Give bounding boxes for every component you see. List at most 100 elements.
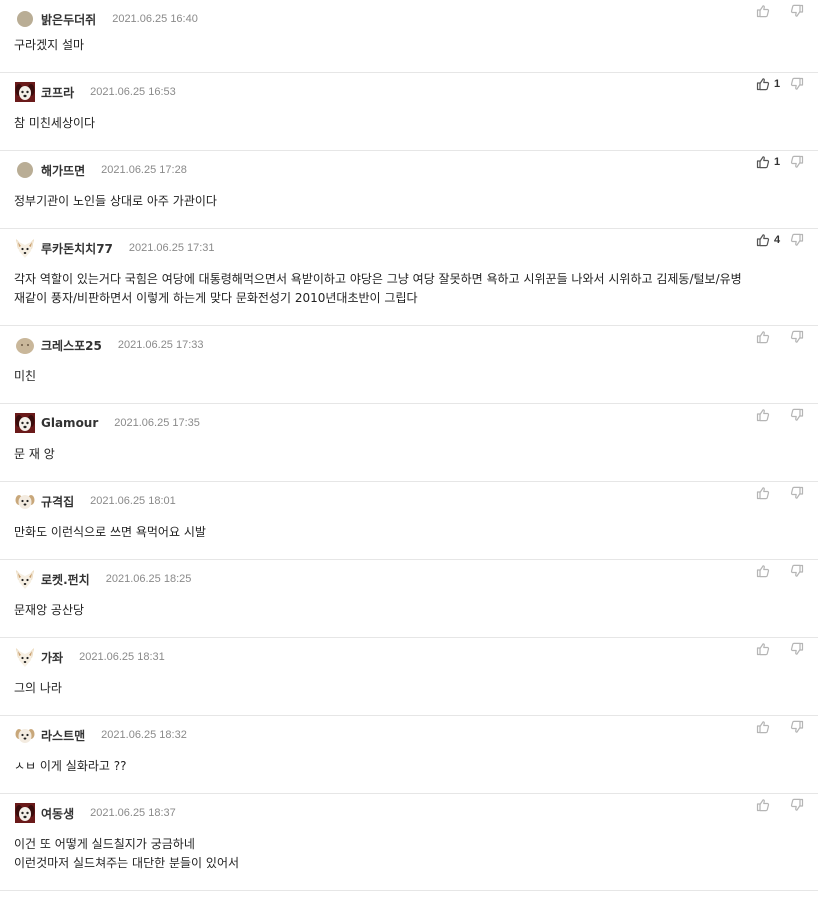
avatar[interactable]: [14, 646, 36, 668]
thumbs-up-icon[interactable]: [756, 642, 770, 656]
thumbs-up-icon[interactable]: [756, 4, 770, 18]
comment-text-line: ㅅㅂ 이게 실화라고 ??: [14, 759, 127, 773]
comment-header: Glamour 2021.06.25 17:35: [14, 412, 200, 434]
comment-item: 가좌 2021.06.25 18:31 그의 나라: [0, 638, 818, 716]
comment-body: 이건 또 어떻게 실드칠지가 궁금하네이런것마저 실드쳐주는 대단한 분들이 있…: [14, 835, 239, 873]
comment-item: Glamour 2021.06.25 17:35 문 재 앙: [0, 404, 818, 482]
thumbs-down-icon[interactable]: [790, 4, 804, 18]
comment-date: 2021.06.25 16:40: [112, 13, 198, 25]
thumbs-up-icon[interactable]: [756, 486, 770, 500]
comment-nickname[interactable]: 크레스포25: [41, 337, 102, 354]
comment-header: 규격집 2021.06.25 18:01: [14, 490, 176, 512]
upvote-count: 4: [774, 234, 781, 246]
comment-nickname[interactable]: 해가뜨면: [41, 162, 85, 179]
thumbs-up-icon[interactable]: [756, 77, 770, 91]
vote-controls: [756, 720, 804, 734]
comment-body: 문 재 앙: [14, 445, 55, 464]
comment-body: 각자 역할이 있는거다 국힘은 여당에 대통령해먹으면서 욕받이하고 야당은 그…: [14, 270, 742, 308]
comment-nickname[interactable]: 로켓.펀치: [41, 571, 90, 588]
avatar[interactable]: [14, 724, 36, 746]
avatar[interactable]: [14, 81, 36, 103]
avatar[interactable]: [14, 8, 36, 30]
thumbs-up-icon[interactable]: [756, 798, 770, 812]
comment-item: 로켓.펀치 2021.06.25 18:25 문재앙 공산당: [0, 560, 818, 638]
thumbs-up-icon[interactable]: [756, 330, 770, 344]
comment-text-line: 문재앙 공산당: [14, 603, 85, 617]
avatar[interactable]: [14, 159, 36, 181]
comment-text-line: 구라겠지 설마: [14, 38, 85, 52]
thumbs-up-icon[interactable]: [756, 155, 770, 169]
comment-text-line: 재같이 풍자/비판하면서 이렇게 하는게 맞다 문화전성기 2010년대초반이 …: [14, 291, 418, 305]
thumbs-down-icon[interactable]: [790, 233, 804, 247]
comment-item: 코프라 2021.06.25 16:53 참 미친세상이다 1: [0, 73, 818, 151]
thumbs-down-icon[interactable]: [790, 155, 804, 169]
comment-date: 2021.06.25 17:31: [128, 242, 215, 254]
comment-header: 해가뜨면 2021.06.25 17:28: [14, 159, 187, 181]
vote-controls: 1: [756, 155, 804, 169]
thumbs-down-icon[interactable]: [790, 408, 804, 422]
comment-item: 크레스포25 2021.06.25 17:33 미친: [0, 326, 818, 404]
comment-item: 밝은두더쥐 2021.06.25 16:40 구라겠지 설마: [0, 0, 818, 73]
comment-nickname[interactable]: 코프라: [41, 84, 74, 101]
thumbs-up-icon[interactable]: [756, 564, 770, 578]
comment-date: 2021.06.25 18:01: [90, 495, 176, 507]
comment-nickname[interactable]: 밝은두더쥐: [41, 11, 96, 28]
comment-date: 2021.06.25 18:31: [79, 651, 165, 663]
avatar[interactable]: [14, 490, 36, 512]
comment-text-line: 만화도 이런식으로 쓰면 욕먹어요 시발: [14, 525, 206, 539]
thumbs-down-icon[interactable]: [790, 720, 804, 734]
comment-header: 여동생 2021.06.25 18:37: [14, 802, 176, 824]
vote-controls: [756, 798, 804, 812]
thumbs-down-icon[interactable]: [790, 486, 804, 500]
thumbs-down-icon[interactable]: [790, 330, 804, 344]
comment-item: 라스트맨 2021.06.25 18:32 ㅅㅂ 이게 실화라고 ??: [0, 716, 818, 794]
comment-header: 로켓.펀치 2021.06.25 18:25: [14, 568, 191, 590]
comment-text-line: 이런것마저 실드쳐주는 대단한 분들이 있어서: [14, 856, 240, 870]
comment-date: 2021.06.25 17:28: [101, 164, 187, 176]
vote-controls: [756, 486, 804, 500]
comment-list: 밝은두더쥐 2021.06.25 16:40 구라겠지 설마 코프라 2021.06.2…: [0, 0, 818, 891]
thumbs-down-icon[interactable]: [790, 564, 804, 578]
comment-nickname[interactable]: 규격집: [41, 493, 74, 510]
avatar[interactable]: [14, 412, 36, 434]
comment-body: 그의 나라: [14, 679, 62, 698]
comment-body: 미친: [14, 367, 36, 386]
comment-body: 정부기관이 노인들 상대로 아주 가관이다: [14, 192, 217, 211]
comment-header: 가좌 2021.06.25 18:31: [14, 646, 165, 668]
thumbs-down-icon[interactable]: [790, 77, 804, 91]
comment-date: 2021.06.25 18:37: [90, 807, 176, 819]
comment-item: 루카돈치치77 2021.06.25 17:31 각자 역할이 있는거다 국힘은 여…: [0, 229, 818, 326]
comment-header: 라스트맨 2021.06.25 18:32: [14, 724, 187, 746]
vote-controls: [756, 4, 804, 18]
comment-item: 해가뜨면 2021.06.25 17:28 정부기관이 노인들 상대로 아주 가관이…: [0, 151, 818, 229]
comment-date: 2021.06.25 18:25: [105, 573, 192, 585]
comment-text-line: 참 미친세상이다: [14, 116, 96, 130]
thumbs-down-icon[interactable]: [790, 798, 804, 812]
comment-nickname[interactable]: 여동생: [41, 805, 74, 822]
comment-nickname[interactable]: Glamour: [41, 416, 98, 430]
comment-body: ㅅㅂ 이게 실화라고 ??: [14, 757, 127, 776]
avatar[interactable]: [14, 568, 36, 590]
comment-nickname[interactable]: 루카돈치치77: [41, 240, 113, 257]
comment-nickname[interactable]: 가좌: [41, 649, 63, 666]
comment-nickname[interactable]: 라스트맨: [41, 727, 85, 744]
comment-item: 규격집 2021.06.25 18:01 만화도 이런식으로 쓰면 욕먹어요 시발: [0, 482, 818, 560]
comment-header: 코프라 2021.06.25 16:53: [14, 81, 176, 103]
avatar[interactable]: [14, 237, 36, 259]
thumbs-up-icon[interactable]: [756, 408, 770, 422]
comment-body: 만화도 이런식으로 쓰면 욕먹어요 시발: [14, 523, 206, 542]
thumbs-up-icon[interactable]: [756, 720, 770, 734]
vote-controls: 4: [756, 233, 804, 247]
thumbs-up-icon[interactable]: [756, 233, 770, 247]
comment-header: 밝은두더쥐 2021.06.25 16:40: [14, 8, 198, 30]
comment-date: 2021.06.25 17:35: [114, 417, 200, 429]
thumbs-down-icon[interactable]: [790, 642, 804, 656]
avatar[interactable]: [14, 334, 36, 356]
comment-header: 크레스포25 2021.06.25 17:33: [14, 334, 204, 356]
comment-item: 여동생 2021.06.25 18:37 이건 또 어떻게 실드칠지가 궁금하네이런…: [0, 794, 818, 891]
avatar[interactable]: [14, 802, 36, 824]
comment-text-line: 정부기관이 노인들 상대로 아주 가관이다: [14, 194, 217, 208]
comment-body: 참 미친세상이다: [14, 114, 95, 133]
vote-controls: [756, 642, 804, 656]
comment-text-line: 이건 또 어떻게 실드칠지가 궁금하네: [14, 837, 195, 851]
